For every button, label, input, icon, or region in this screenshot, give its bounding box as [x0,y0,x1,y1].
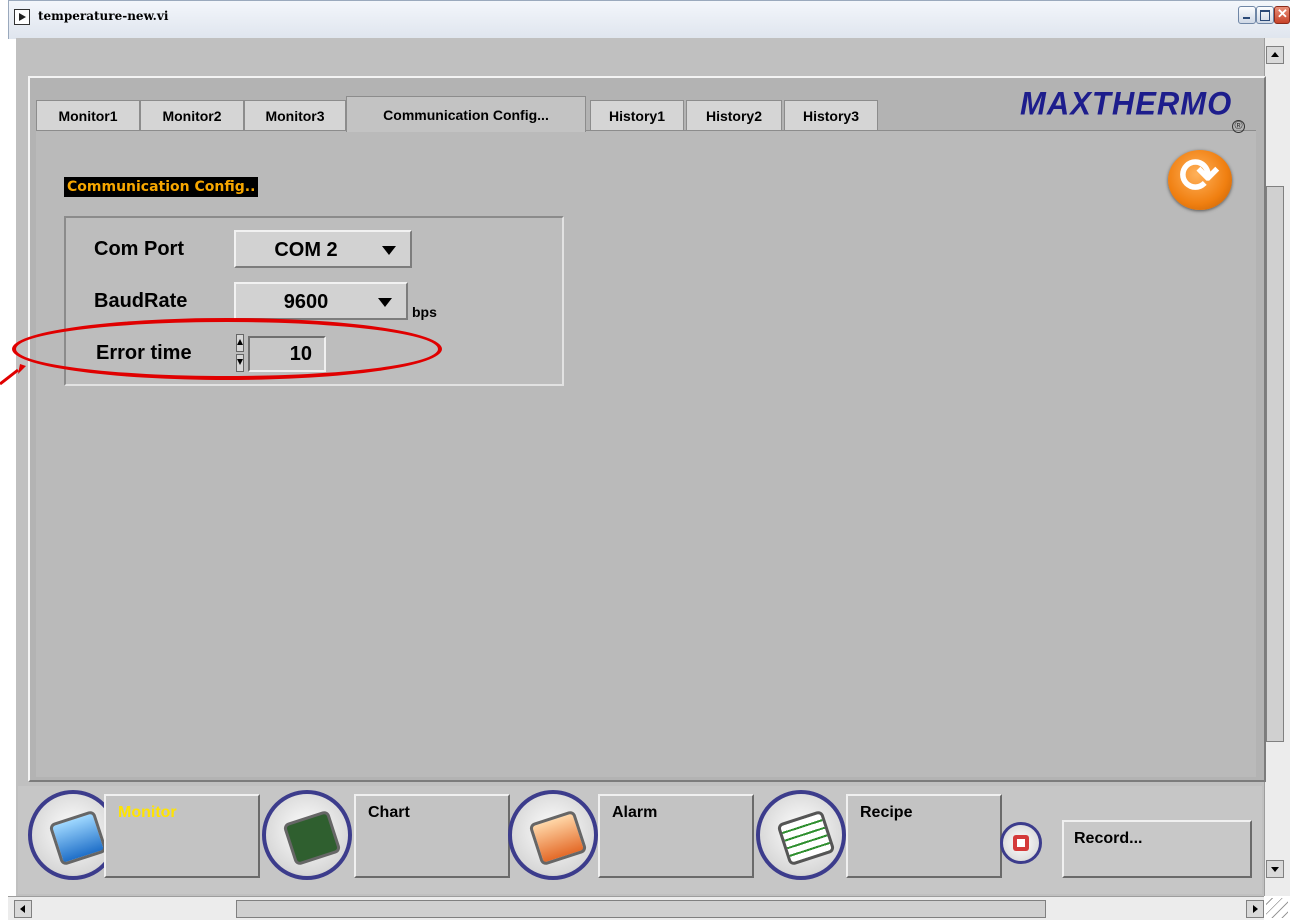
chart-icon[interactable] [262,790,352,880]
section-title: Communication Config.. [64,177,259,197]
scroll-left-arrow-icon[interactable] [14,900,32,918]
tab-monitor2[interactable]: Monitor2 [140,100,244,130]
recipe-button[interactable]: Recipe [846,794,1002,878]
horizontal-scroll-thumb[interactable] [236,900,1046,918]
recipe-icon[interactable] [756,790,846,880]
floppy-icon[interactable] [1000,822,1042,864]
window-titlebar [8,0,1290,39]
baudrate-value: 9600 [283,291,329,313]
baudrate-unit: bps [412,304,437,320]
record-button[interactable]: Record... [1062,820,1252,878]
chart-button[interactable]: Chart [354,794,510,878]
chart-button-label: Chart [368,804,410,821]
com-port-select[interactable]: COM 2 [234,230,412,268]
com-port-value: COM 2 [274,239,338,261]
monitor-button-label: Monitor [118,804,177,821]
tab-communication-config[interactable]: Communication Config... [346,96,586,132]
vertical-scroll-thumb[interactable] [1266,186,1284,742]
alarm-button[interactable]: Alarm [598,794,754,878]
baudrate-select[interactable]: 9600 [234,282,408,320]
resize-grip-icon[interactable] [1266,898,1288,918]
recipe-button-label: Recipe [860,804,913,821]
tab-monitor3[interactable]: Monitor3 [244,100,346,130]
tab-history3[interactable]: History3 [784,100,878,130]
highlight-ellipse [12,318,442,380]
maximize-button[interactable] [1256,6,1274,24]
com-port-label: Com Port [94,238,184,260]
maxthermo-logo: MAXTHERMO [1020,85,1233,122]
scroll-down-arrow-icon[interactable] [1266,860,1284,878]
monitor-button[interactable]: Monitor [104,794,260,878]
registered-mark: ® [1232,120,1245,133]
record-button-label: Record... [1074,830,1143,847]
highlight-arrow-icon [0,364,26,386]
tab-monitor1[interactable]: Monitor1 [36,100,140,130]
app-icon[interactable] [14,9,30,25]
minimize-button[interactable] [1238,6,1256,24]
scroll-right-arrow-icon[interactable] [1246,900,1264,918]
alarm-button-label: Alarm [612,804,658,821]
scroll-up-arrow-icon[interactable] [1266,46,1284,64]
close-button[interactable] [1274,6,1290,24]
baudrate-label: BaudRate [94,290,188,312]
tab-history2[interactable]: History2 [686,100,782,130]
alarm-icon[interactable] [508,790,598,880]
dropdown-arrow-icon[interactable] [382,246,396,255]
tab-history1[interactable]: History1 [590,100,684,130]
window-title: temperature-new.vi [38,9,169,23]
dropdown-arrow-icon[interactable] [378,298,392,307]
refresh-icon[interactable] [1168,148,1232,210]
